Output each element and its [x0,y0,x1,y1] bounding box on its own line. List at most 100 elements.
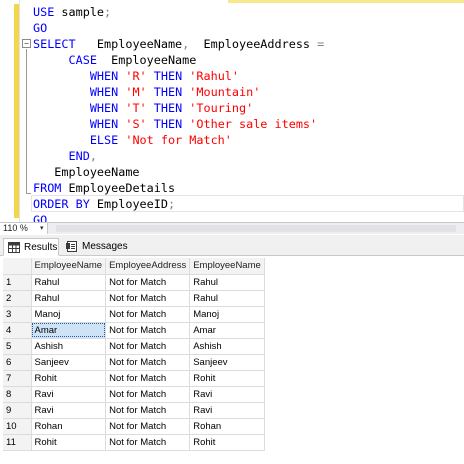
code-line[interactable]: WHEN 'M' THEN 'Mountain' [33,84,324,100]
code-token: GO [33,213,48,222]
grid-cell[interactable]: Not for Match [105,386,191,403]
grid-cell[interactable]: Rahul [189,274,265,291]
code-token: ; [104,5,112,19]
grid-cell[interactable]: Rahul [31,274,107,291]
grid-cell[interactable]: Not for Match [105,274,191,291]
table-row[interactable]: 2 Rahul Not for Match Rahul [3,290,265,307]
horizontal-scrollbar[interactable] [56,225,456,232]
code-token: 'R' [125,69,147,83]
code-token: WHEN [33,101,126,115]
code-line[interactable]: EmployeeName [33,164,324,180]
code-token: ORDER BY [33,197,90,211]
collapse-icon[interactable]: − [22,39,31,48]
change-tracking-bar [14,4,19,218]
table-row[interactable]: 8 Ravi Not for Match Ravi [3,386,265,403]
code-token: 'Other sale items' [189,117,318,131]
grid-cell[interactable]: Ashish [189,338,265,355]
row-number[interactable]: 4 [3,322,32,339]
row-number[interactable]: 7 [3,370,32,387]
row-number[interactable]: 11 [3,434,32,451]
column-header-employee-name-2[interactable]: EmployeeName [189,258,265,275]
row-number[interactable]: 1 [3,274,32,291]
code-token: WHEN [33,117,126,131]
code-line[interactable]: GO [33,212,324,222]
grid-cell[interactable]: Not for Match [105,402,191,419]
code-token: EmployeeID [89,197,168,211]
grid-cell[interactable]: Not for Match [105,434,191,451]
grid-cell[interactable]: Sanjeev [31,354,107,371]
code-line[interactable]: GO [33,20,324,36]
chevron-down-icon[interactable]: ▾ [40,223,44,234]
grid-cell[interactable]: Not for Match [105,306,191,323]
table-row[interactable]: 3 Manoj Not for Match Manoj [3,306,265,323]
grid-corner[interactable] [3,258,32,275]
grid-cell[interactable]: Rahul [189,290,265,307]
code-line[interactable]: END, [33,148,324,164]
grid-cell[interactable]: Ravi [189,402,265,419]
code-line[interactable]: WHEN 'T' THEN 'Touring' [33,100,324,116]
tab-messages[interactable]: Messages [62,238,132,256]
table-row[interactable]: 6 Sanjeev Not for Match Sanjeev [3,354,265,371]
code-line[interactable]: CASE EmployeeName [33,52,324,68]
results-pane: EmployeeName EmployeeAddress EmployeeNam… [0,257,464,464]
grid-cell[interactable]: Manoj [189,306,265,323]
column-header-employee-name[interactable]: EmployeeName [31,258,107,275]
grid-cell[interactable]: Not for Match [105,418,191,435]
grid-cell[interactable]: Ravi [31,402,107,419]
grid-cell[interactable]: Not for Match [105,322,191,339]
zoom-level: 110 % [3,223,28,233]
table-row[interactable]: 11 Rohit Not for Match Rohit [3,434,265,451]
table-row[interactable]: 9 Ravi Not for Match Ravi [3,402,265,419]
row-number[interactable]: 2 [3,290,32,307]
table-row[interactable]: 10 Rohan Not for Match Rohan [3,418,265,435]
code-token: SELECT [33,37,76,51]
grid-cell[interactable]: Manoj [31,306,107,323]
results-grid[interactable]: EmployeeName EmployeeAddress EmployeeNam… [3,258,265,451]
grid-cell[interactable]: Rohan [31,418,107,435]
row-number[interactable]: 3 [3,306,32,323]
grid-cell[interactable]: Rohit [189,434,265,451]
table-row[interactable]: 7 Rohit Not for Match Rohit [3,370,265,387]
code-line[interactable]: ELSE 'Not for Match' [33,132,324,148]
grid-cell[interactable]: Amar [189,322,265,339]
grid-cell[interactable]: Ravi [31,386,107,403]
row-number[interactable]: 10 [3,418,32,435]
grid-cell[interactable]: Not for Match [105,354,191,371]
table-row[interactable]: 1 Rahul Not for Match Rahul [3,274,265,291]
grid-cell[interactable]: Amar [31,322,107,339]
grid-cell[interactable]: Ashish [31,338,107,355]
grid-cell[interactable]: Rohit [31,434,107,451]
grid-cell[interactable]: Sanjeev [189,354,265,371]
code-line[interactable]: ORDER BY EmployeeID; [33,196,324,212]
code-line[interactable]: FROM EmployeeDetails [33,180,324,196]
code-token: 'M' [125,85,147,99]
code-token: 'Mountain' [189,85,261,99]
row-number[interactable]: 9 [3,402,32,419]
sql-code[interactable]: USE sample; GO SELECT EmployeeName, Employ… [33,4,324,222]
grid-header-row: EmployeeName EmployeeAddress EmployeeNam… [3,258,265,275]
code-token: THEN [146,85,190,99]
tab-results[interactable]: Results [3,238,59,256]
table-row[interactable]: 5 Ashish Not for Match Ashish [3,338,265,355]
grid-cell[interactable]: Not for Match [105,290,191,307]
query-editor[interactable]: − USE sample; GO SELECT EmployeeName, Empl… [0,0,464,222]
code-line[interactable]: SELECT EmployeeName, EmployeeAddress = [33,36,324,52]
grid-cell[interactable]: Not for Match [105,370,191,387]
column-header-employee-address[interactable]: EmployeeAddress [105,258,191,275]
table-row[interactable]: 4 Amar Not for Match Amar [3,322,265,339]
grid-cell[interactable]: Rohit [189,370,265,387]
grid-body: 1 Rahul Not for Match Rahul 2 Rahul Not for Ma… [3,274,265,451]
row-number[interactable]: 6 [3,354,32,371]
row-number[interactable]: 8 [3,386,32,403]
zoom-bar: 110 % ▾ [0,222,464,234]
row-number[interactable]: 5 [3,338,32,355]
grid-cell[interactable]: Rahul [31,290,107,307]
grid-icon [8,242,20,253]
code-line[interactable]: WHEN 'R' THEN 'Rahul' [33,68,324,84]
grid-cell[interactable]: Ravi [189,386,265,403]
code-line[interactable]: USE sample; [33,4,324,20]
grid-cell[interactable]: Rohit [31,370,107,387]
grid-cell[interactable]: Rohan [189,418,265,435]
grid-cell[interactable]: Not for Match [105,338,191,355]
code-line[interactable]: WHEN 'S' THEN 'Other sale items' [33,116,324,132]
